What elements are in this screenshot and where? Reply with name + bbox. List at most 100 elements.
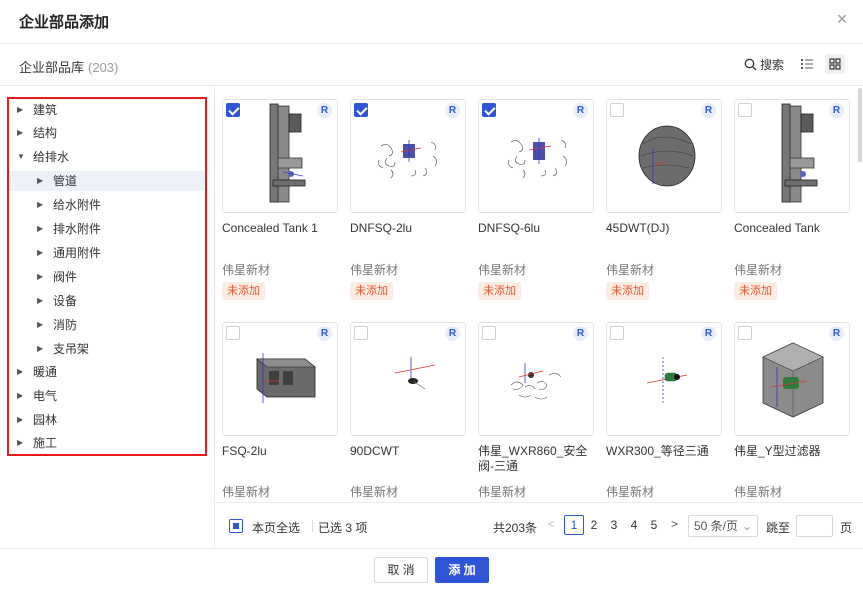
tree-node-general-fittings[interactable]: ▶ 通用附件 (37, 243, 203, 263)
tree-node-pipes[interactable]: ▶ 管道 (9, 171, 205, 191)
item-checkbox[interactable] (738, 326, 752, 340)
list-view-icon[interactable] (800, 57, 814, 71)
item-checkbox[interactable] (482, 326, 496, 340)
tree-node-valves[interactable]: ▶ 阀件 (37, 267, 203, 287)
select-all-checkbox[interactable] (229, 519, 243, 533)
tree-node-label: 排水附件 (53, 222, 102, 236)
item-name: 伟星_WXR860_安全阀-三通 (478, 444, 588, 473)
revit-badge: R (317, 326, 332, 341)
item-vendor: 伟星新材 (478, 263, 527, 277)
total-count: 共203条 (493, 521, 538, 535)
page-button-5[interactable]: 5 (644, 515, 664, 535)
tree-node-landscape[interactable]: ▶ 园林 (17, 410, 203, 430)
category-tree: ▶ 建筑 ▶ 结构 ▼ 给排水 ▶ 管道 ▶ 给水附件 ▶ 排水附件 ▶ 通用附件 ▶ 阀件 ▶… (7, 97, 207, 456)
item-name: FSQ-2lu (222, 444, 267, 458)
item-name: WXR300_等径三通 (606, 444, 709, 458)
grid-scrollbar-thumb[interactable] (858, 88, 862, 162)
add-button[interactable]: 添 加 (435, 557, 489, 583)
select-all-label[interactable]: 本页全选 (252, 519, 300, 536)
item-card[interactable]: R Concealed Tank 1 伟星新材 未添加 (222, 99, 340, 309)
tree-node-label: 建筑 (33, 103, 58, 117)
revit-badge: R (829, 103, 844, 118)
item-checkbox[interactable] (482, 103, 496, 117)
cancel-button[interactable]: 取 消 (374, 557, 428, 583)
search-button[interactable]: 搜索 (744, 56, 784, 73)
item-card[interactable]: R DNFSQ-6lu 伟星新材 未添加 (478, 99, 596, 309)
item-card[interactable]: R Concealed Tank 伟星新材 未添加 (734, 99, 852, 309)
tree-node-building[interactable]: ▶ 建筑 (17, 100, 203, 120)
tree-node-label: 结构 (33, 126, 58, 140)
item-vendor: 伟星新材 (222, 485, 271, 499)
caret-right-icon: ▶ (37, 200, 44, 209)
library-count: (203) (88, 60, 119, 75)
revit-badge: R (445, 103, 460, 118)
chevron-down-icon: ⌄ (741, 519, 752, 533)
caret-right-icon: ▶ (17, 128, 24, 137)
item-card[interactable]: R 90DCWT 伟星新材 (350, 322, 468, 501)
item-grid: R Concealed Tank 1 伟星新材 未添加 R DNFSQ-2lu … (215, 87, 855, 501)
caret-right-icon: ▶ (37, 176, 44, 185)
divider (312, 520, 313, 532)
revit-badge: R (701, 326, 716, 341)
tree-node-construction[interactable]: ▶ 施工 (17, 433, 203, 453)
item-name: 90DCWT (350, 444, 400, 458)
item-card[interactable]: R 伟星_Y型过滤器 伟星新材 (734, 322, 852, 501)
status-badge: 未添加 (734, 282, 777, 300)
item-vendor: 伟星新材 (734, 485, 783, 499)
tree-node-label: 施工 (33, 436, 58, 450)
caret-right-icon: ▶ (17, 391, 24, 400)
close-icon[interactable]: × (834, 10, 850, 28)
tree-node-electrical[interactable]: ▶ 电气 (17, 386, 203, 406)
page-size-select[interactable]: 50 条/页 ⌄ (688, 515, 758, 537)
page-button-3[interactable]: 3 (604, 515, 624, 535)
part-add-dialog: 企业部品添加 × 企业部品库 (203) 搜索 ▶ 建筑 ▶ 结构 ▼ 给排水 … (0, 0, 863, 591)
item-checkbox[interactable] (738, 103, 752, 117)
grid-view-icon[interactable] (825, 54, 845, 74)
item-checkbox[interactable] (226, 103, 240, 117)
item-card[interactable]: R WXR300_等径三通 伟星新材 (606, 322, 724, 501)
item-name: 伟星_Y型过滤器 (734, 444, 821, 458)
status-badge: 未添加 (606, 282, 649, 300)
tree-node-label: 设备 (53, 294, 78, 308)
page-button-4[interactable]: 4 (624, 515, 644, 535)
pagination-bar: 本页全选 已选 3 项 共203条 < 1 2 3 4 5 > 50 条/页 ⌄… (215, 502, 863, 548)
page-button-2[interactable]: 2 (584, 515, 604, 535)
tree-node-label: 支吊架 (53, 342, 90, 356)
caret-right-icon: ▶ (37, 320, 44, 329)
caret-down-icon: ▼ (17, 152, 25, 161)
item-checkbox[interactable] (610, 326, 624, 340)
item-name: DNFSQ-6lu (478, 221, 541, 235)
tree-node-water-supply-fittings[interactable]: ▶ 给水附件 (37, 195, 203, 215)
revit-badge: R (829, 326, 844, 341)
tree-node-drainage-fittings[interactable]: ▶ 排水附件 (37, 219, 203, 239)
tree-node-fire-protection[interactable]: ▶ 消防 (37, 315, 203, 335)
goto-page-input[interactable] (796, 515, 833, 537)
next-page-icon[interactable]: > (671, 517, 678, 531)
item-checkbox[interactable] (354, 103, 368, 117)
item-checkbox[interactable] (226, 326, 240, 340)
page-button-1[interactable]: 1 (564, 515, 584, 535)
tree-node-equipment[interactable]: ▶ 设备 (37, 291, 203, 311)
item-name: DNFSQ-2lu (350, 221, 413, 235)
tree-node-label: 暖通 (33, 365, 58, 379)
tree-node-hvac[interactable]: ▶ 暖通 (17, 362, 203, 382)
item-card[interactable]: R DNFSQ-2lu 伟星新材 未添加 (350, 99, 468, 309)
footer-divider (0, 548, 863, 549)
revit-badge: R (317, 103, 332, 118)
caret-right-icon: ▶ (37, 224, 44, 233)
item-card[interactable]: R FSQ-2lu 伟星新材 (222, 322, 340, 501)
item-card[interactable]: R 45DWT(DJ) 伟星新材 未添加 (606, 99, 724, 309)
tree-node-label: 阀件 (53, 270, 78, 284)
goto-label: 跳至 (766, 521, 791, 535)
tree-node-plumbing[interactable]: ▼ 给排水 (17, 147, 203, 167)
item-vendor: 伟星新材 (478, 485, 527, 499)
prev-page-icon[interactable]: < (548, 517, 555, 531)
item-checkbox[interactable] (354, 326, 368, 340)
status-badge: 未添加 (350, 282, 393, 300)
tree-node-supports[interactable]: ▶ 支吊架 (37, 339, 203, 359)
selected-count: 已选 3 项 (318, 521, 368, 535)
item-card[interactable]: R 伟星_WXR860_安全阀-三通 伟星新材 (478, 322, 596, 501)
tree-node-structure[interactable]: ▶ 结构 (17, 123, 203, 143)
item-checkbox[interactable] (610, 103, 624, 117)
tree-node-label: 给排水 (33, 150, 70, 164)
